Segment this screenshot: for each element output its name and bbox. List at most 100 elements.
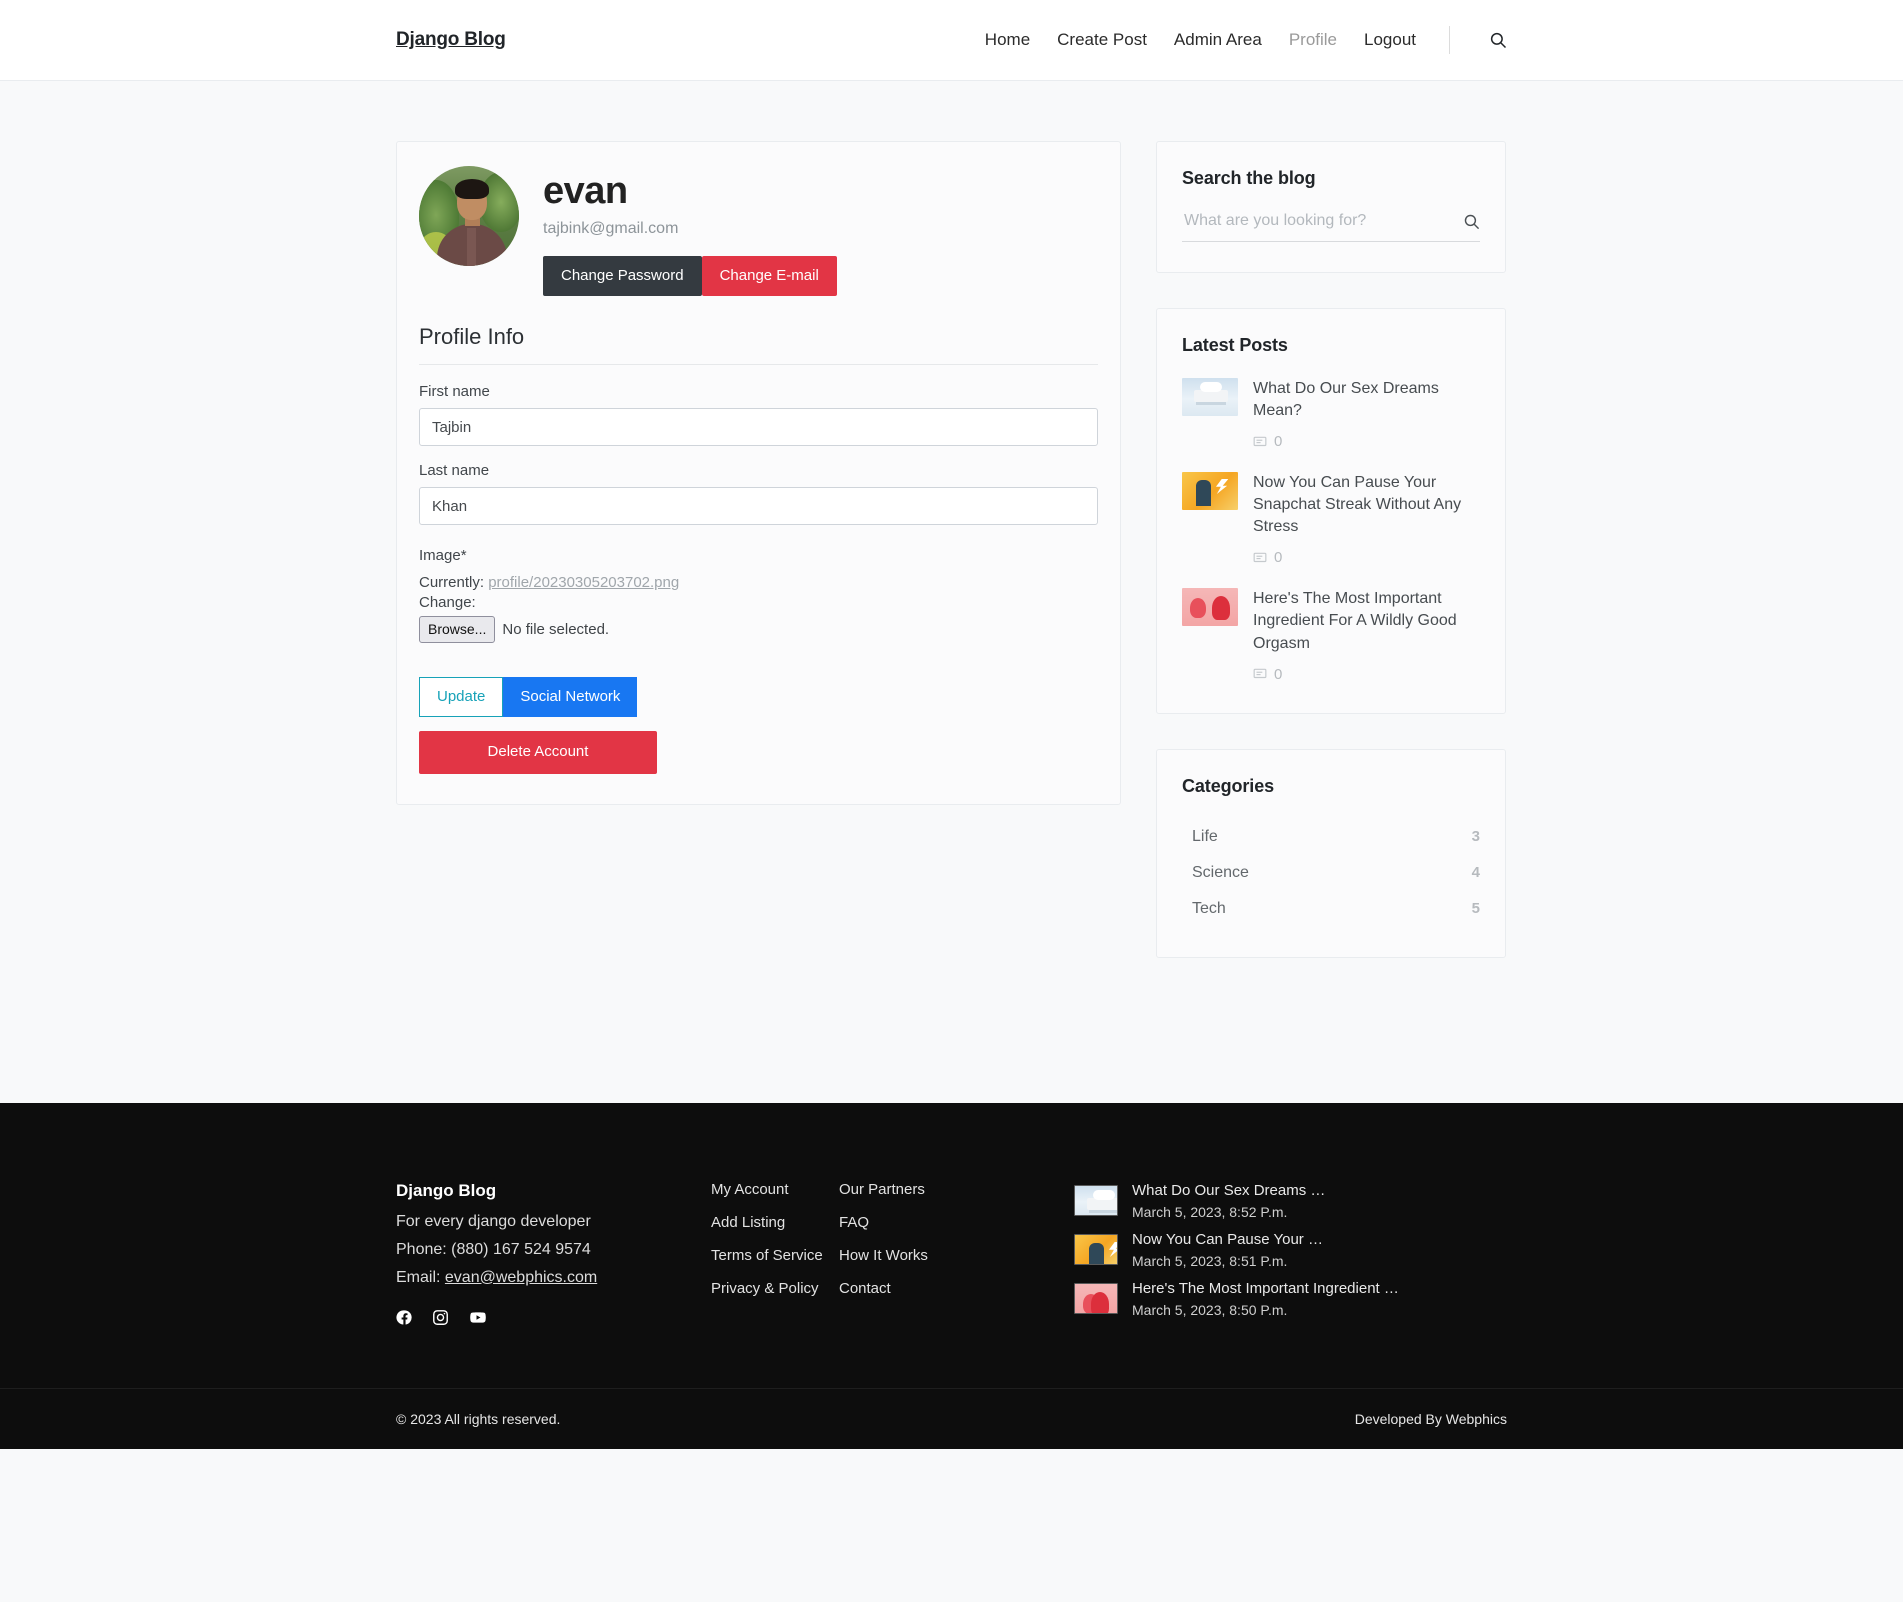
comment-count-value: 0 xyxy=(1274,433,1283,451)
sidebar: Search the blog Latest Posts What Do Our… xyxy=(1156,141,1506,993)
blog-search-input[interactable] xyxy=(1182,211,1463,231)
avatar xyxy=(419,166,519,266)
post-title[interactable]: Now You Can Pause Your Snapchat Streak W… xyxy=(1253,472,1480,538)
post-body: What Do Our Sex Dreams … March 5, 2023, … xyxy=(1132,1181,1424,1220)
profile-card: evan tajbink@gmail.com Change Password C… xyxy=(396,141,1121,805)
footer-link-privacy-policy[interactable]: Privacy & Policy xyxy=(711,1280,839,1297)
footer-email-line: Email: evan@webphics.com xyxy=(396,1269,711,1287)
social-network-button[interactable]: Social Network xyxy=(503,677,638,718)
last-name-input[interactable] xyxy=(419,487,1098,526)
category-name: Life xyxy=(1192,827,1218,845)
post-date: March 5, 2023, 8:50 P.m. xyxy=(1132,1302,1288,1319)
footer-copyright: © 2023 All rights reserved. xyxy=(396,1411,561,1428)
category-item-life[interactable]: Life 3 xyxy=(1182,819,1480,855)
category-item-tech[interactable]: Tech 5 xyxy=(1182,891,1480,927)
nav-item-logout[interactable]: Logout xyxy=(1364,30,1416,50)
search-row xyxy=(1182,211,1480,242)
post-comment-count: 0 xyxy=(1253,666,1480,683)
header-search-button[interactable] xyxy=(1489,31,1507,49)
image-currently-line: Currently: profile/20230305203702.png xyxy=(419,574,1098,591)
footer-bottom-bar: © 2023 All rights reserved. Developed By… xyxy=(0,1388,1903,1449)
post-title[interactable]: Now You Can Pause Your … xyxy=(1132,1230,1424,1250)
post-thumbnail xyxy=(1182,378,1238,416)
comment-count-value: 0 xyxy=(1274,549,1283,567)
footer-link-faq[interactable]: FAQ xyxy=(839,1214,1074,1231)
footer-recent-posts-column: What Do Our Sex Dreams … March 5, 2023, … xyxy=(1074,1181,1424,1329)
browse-button[interactable]: Browse... xyxy=(419,616,496,644)
post-thumbnail xyxy=(1074,1184,1118,1216)
post-title[interactable]: What Do Our Sex Dreams Mean? xyxy=(1253,378,1480,422)
search-icon xyxy=(1490,32,1507,49)
categories-title: Categories xyxy=(1182,775,1275,796)
nav-item-create-post[interactable]: Create Post xyxy=(1057,30,1147,50)
search-widget: Search the blog xyxy=(1156,141,1506,273)
footer-email-link[interactable]: evan@webphics.com xyxy=(445,1269,597,1286)
form-button-group: Update Social Network xyxy=(419,677,1098,718)
post-title[interactable]: Here's The Most Important Ingredient For… xyxy=(1253,588,1480,654)
update-button[interactable]: Update xyxy=(419,677,504,718)
page-content: evan tajbink@gmail.com Change Password C… xyxy=(0,81,1903,1103)
first-name-input[interactable] xyxy=(419,408,1098,447)
post-title[interactable]: Here's The Most Important Ingredient … xyxy=(1132,1279,1424,1299)
site-brand[interactable]: Django Blog xyxy=(396,29,506,51)
instagram-link[interactable] xyxy=(432,1309,449,1326)
main-column: evan tajbink@gmail.com Change Password C… xyxy=(396,141,1121,805)
footer-link-add-listing[interactable]: Add Listing xyxy=(711,1214,839,1231)
site-footer: Django Blog For every django developer P… xyxy=(0,1102,1903,1450)
category-count: 5 xyxy=(1471,900,1480,918)
footer-link-how-it-works[interactable]: How It Works xyxy=(839,1247,1074,1264)
profile-info-form: First name Last name Image* Currently: p… xyxy=(419,365,1098,774)
file-selected-status: No file selected. xyxy=(502,621,610,639)
footer-link-our-partners[interactable]: Our Partners xyxy=(839,1181,1074,1198)
instagram-icon xyxy=(433,1309,448,1325)
post-title[interactable]: What Do Our Sex Dreams … xyxy=(1132,1181,1424,1201)
list-item[interactable]: Now You Can Pause Your Snapchat Streak W… xyxy=(1182,472,1480,566)
list-item[interactable]: Here's The Most Important Ingredient For… xyxy=(1182,588,1480,683)
category-count: 4 xyxy=(1471,864,1480,882)
footer-link-terms-of-service[interactable]: Terms of Service xyxy=(711,1247,839,1264)
footer-email-prefix: Email: xyxy=(396,1268,445,1286)
change-email-button[interactable]: Change E-mail xyxy=(701,255,837,297)
post-body: Now You Can Pause Your … March 5, 2023, … xyxy=(1132,1230,1424,1269)
comment-count-value: 0 xyxy=(1274,665,1283,683)
comment-icon xyxy=(1253,436,1267,446)
image-field-label: Image* xyxy=(419,547,467,565)
footer-link-my-account[interactable]: My Account xyxy=(711,1181,839,1198)
post-body: Here's The Most Important Ingredient … M… xyxy=(1132,1279,1424,1318)
nav-item-admin-area[interactable]: Admin Area xyxy=(1174,30,1262,50)
profile-email: tajbink@gmail.com xyxy=(543,219,679,237)
image-change-label: Change: xyxy=(419,594,476,612)
profile-username: evan xyxy=(543,170,628,212)
youtube-link[interactable] xyxy=(468,1309,488,1326)
nav-item-home[interactable]: Home xyxy=(985,30,1030,50)
footer-credit: Developed By Webphics xyxy=(1354,1411,1507,1428)
post-thumbnail xyxy=(1182,588,1238,627)
post-thumbnail xyxy=(1074,1283,1118,1315)
comment-icon xyxy=(1253,668,1267,679)
footer-link-contact[interactable]: Contact xyxy=(839,1280,1074,1297)
change-password-button[interactable]: Change Password xyxy=(543,255,702,297)
image-currently-value[interactable]: profile/20230305203702.png xyxy=(488,574,679,591)
category-name: Science xyxy=(1192,863,1249,881)
first-name-field-group: First name xyxy=(419,383,1098,447)
footer-links-column-2: Our Partners FAQ How It Works Contact xyxy=(839,1181,1074,1329)
header-inner: Django Blog Home Create Post Admin Area … xyxy=(0,26,1903,54)
main-navigation: Home Create Post Admin Area Profile Logo… xyxy=(985,26,1507,54)
list-item[interactable]: Here's The Most Important Ingredient … M… xyxy=(1074,1279,1424,1318)
list-item[interactable]: What Do Our Sex Dreams Mean? 0 xyxy=(1182,378,1480,450)
post-body: Here's The Most Important Ingredient For… xyxy=(1253,588,1480,682)
profile-meta: evan tajbink@gmail.com Change Password C… xyxy=(543,166,837,297)
site-header: Django Blog Home Create Post Admin Area … xyxy=(0,0,1903,81)
list-item[interactable]: What Do Our Sex Dreams … March 5, 2023, … xyxy=(1074,1181,1424,1220)
facebook-link[interactable] xyxy=(396,1309,413,1326)
post-date: March 5, 2023, 8:51 P.m. xyxy=(1132,1253,1288,1270)
profile-info-heading: Profile Info xyxy=(419,324,1098,366)
post-date: March 5, 2023, 8:52 P.m. xyxy=(1132,1203,1288,1220)
nav-item-profile[interactable]: Profile xyxy=(1289,30,1337,50)
footer-links-column-1: My Account Add Listing Terms of Service … xyxy=(711,1181,839,1329)
list-item[interactable]: Now You Can Pause Your … March 5, 2023, … xyxy=(1074,1230,1424,1269)
blog-search-submit[interactable] xyxy=(1463,213,1480,230)
last-name-label: Last name xyxy=(419,462,490,480)
category-item-science[interactable]: Science 4 xyxy=(1182,855,1480,891)
delete-account-button[interactable]: Delete Account xyxy=(419,731,657,774)
